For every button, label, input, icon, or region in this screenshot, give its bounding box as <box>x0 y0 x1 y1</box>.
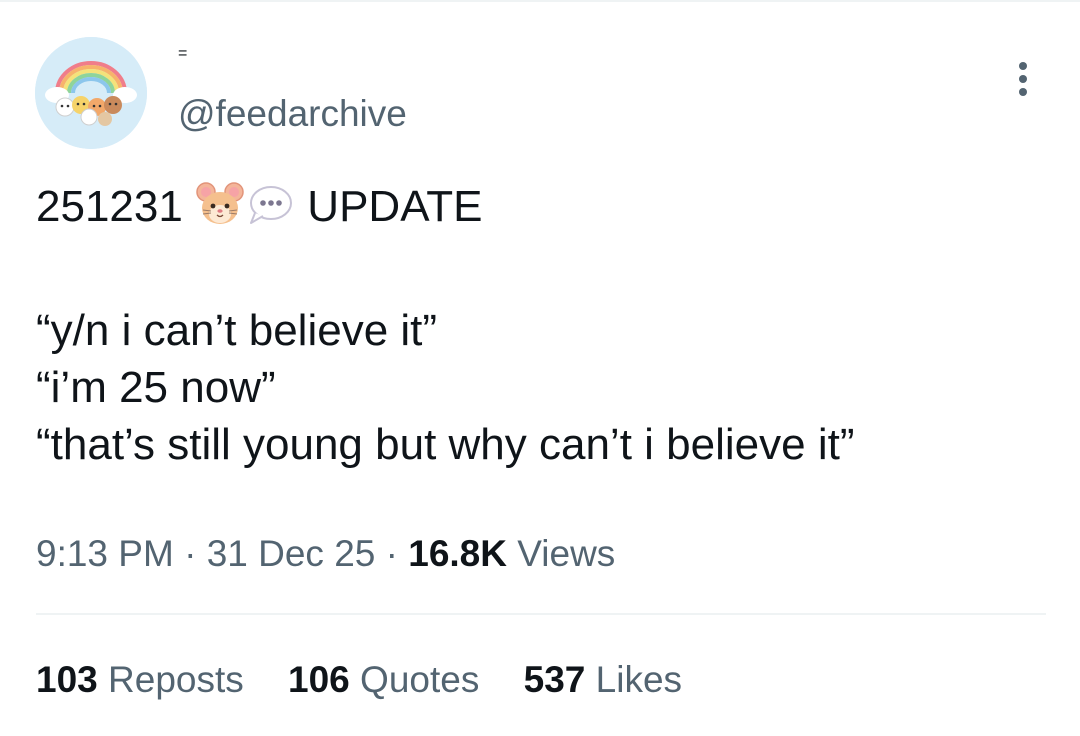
more-dots-icon[interactable] <box>1010 62 1036 104</box>
tweet-line-1: 251231 UPDATE <box>36 178 1046 235</box>
tweet-line-4: “that’s still young but why can’t i beli… <box>36 420 855 469</box>
likes-stat[interactable]: 537 Likes <box>524 656 682 704</box>
speech-bubble-icon <box>245 179 295 229</box>
quotes-label: Quotes <box>360 659 480 700</box>
tweet-date-code: 251231 <box>36 182 183 231</box>
tweet-update-label: UPDATE <box>307 182 483 231</box>
tweet-line-2: “y/n i can’t believe it” <box>36 306 438 355</box>
hamster-face-icon <box>195 179 245 229</box>
avatar[interactable] <box>35 37 147 149</box>
reposts-label: Reposts <box>108 659 244 700</box>
tweet-time[interactable]: 9:13 PM <box>36 533 174 574</box>
quotes-stat[interactable]: 106 Quotes <box>288 656 479 704</box>
top-divider <box>0 0 1080 2</box>
views-label: Views <box>517 533 616 574</box>
likes-label: Likes <box>595 659 683 700</box>
avatar-image <box>35 37 147 149</box>
views-count: 16.8K <box>408 533 507 574</box>
likes-count: 537 <box>523 659 586 700</box>
tweet-line-3: “i’m 25 now” <box>36 363 276 412</box>
reposts-stat[interactable]: 103 Reposts <box>36 656 244 704</box>
tweet-text: 251231 UPDATE “y/n i can’t believe it” “… <box>36 178 1046 473</box>
stats-divider <box>36 613 1046 615</box>
display-name[interactable]: = <box>178 44 187 64</box>
tweet-date[interactable]: 31 Dec 25 <box>207 533 376 574</box>
quotes-count: 106 <box>288 659 350 700</box>
engagement-stats: 103 Reposts 106 Quotes 537 Likes <box>36 656 716 704</box>
meta-separator-2: · <box>375 533 409 574</box>
user-handle[interactable]: @feedarchive <box>178 92 407 136</box>
reposts-count: 103 <box>36 659 98 700</box>
meta-separator-1: · <box>173 533 207 574</box>
tweet-meta: 9:13 PM · 31 Dec 25 · 16.8K Views <box>36 530 615 578</box>
